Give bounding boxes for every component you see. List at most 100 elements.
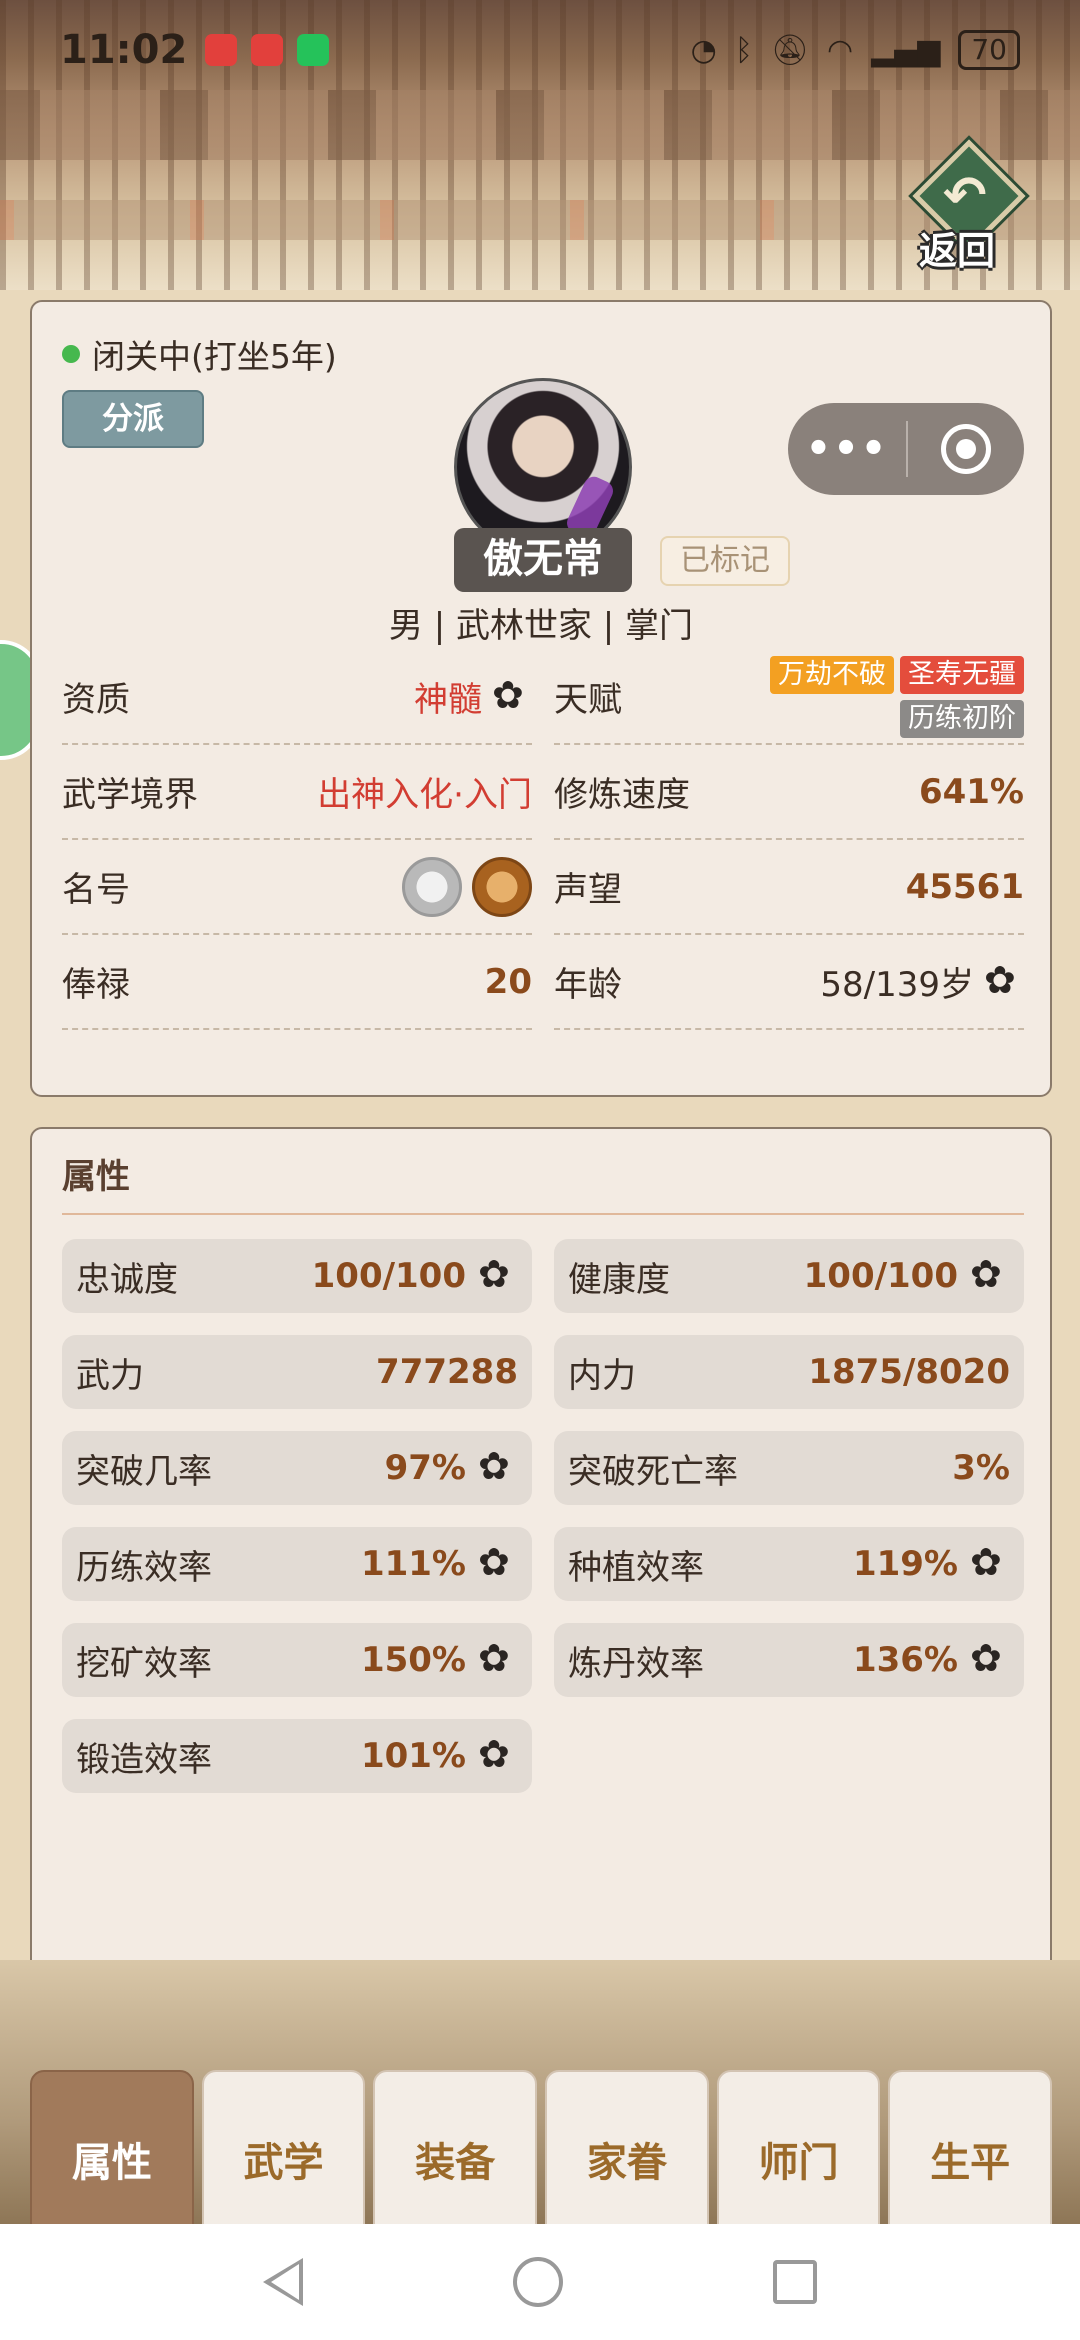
nav-home-icon[interactable]	[513, 2257, 563, 2307]
status-bar: 11:02 ◔ ᛒ 🔕︎ ◠ ▂▄▆ 70	[0, 0, 1080, 100]
attr-forging-efficiency: 锻造效率 101%	[62, 1719, 532, 1793]
tab-equipment[interactable]: 装备	[373, 2070, 538, 2230]
notification-icons	[205, 34, 330, 66]
character-bio: 男 | 武林世家 | 掌门	[388, 606, 694, 646]
branch-button[interactable]: 分派	[62, 390, 204, 448]
miniprogram-capsule: •••	[788, 403, 1024, 495]
flower-info-icon[interactable]	[492, 673, 532, 717]
attr-mining-efficiency: 挖矿效率 150%	[62, 1623, 532, 1697]
talent-badge[interactable]: 万劫不破	[770, 655, 894, 694]
cultivation-status: 闭关中(打坐5年)	[62, 330, 337, 378]
flower-info-icon[interactable]	[970, 1540, 1010, 1584]
attr-value: 3%	[952, 1448, 1010, 1488]
flower-info-icon[interactable]	[478, 1732, 518, 1776]
bottom-tab-bar: 属性 武学 装备 家眷 师门 生平	[30, 2070, 1053, 2230]
attr-value: 1875/8020	[808, 1352, 1010, 1392]
close-miniprogram-button[interactable]	[908, 424, 1024, 474]
salary-value: 20	[484, 961, 532, 1002]
app-notification-icon	[251, 34, 284, 66]
attr-value: 100/100	[311, 1256, 466, 1296]
talent-badge[interactable]: 历练初阶	[900, 699, 1024, 738]
attr-label: 武力	[76, 1355, 144, 1396]
salary-row: 俸禄 20	[62, 935, 532, 1030]
attr-label: 历练效率	[76, 1547, 212, 1588]
silver-medal-icon[interactable]	[402, 856, 462, 917]
gold-medal-icon[interactable]	[472, 856, 532, 917]
attr-value: 100/100	[803, 1256, 958, 1296]
aptitude-label: 资质	[62, 680, 130, 720]
flower-info-icon[interactable]	[478, 1444, 518, 1488]
attr-value: 150%	[360, 1640, 466, 1680]
aptitude-row: 资质 神髓	[62, 650, 532, 745]
battery-icon: 70	[958, 30, 1020, 70]
flower-info-icon[interactable]	[984, 958, 1024, 1002]
attr-label: 健康度	[568, 1259, 670, 1300]
attributes-card: 属性 忠诚度 100/100 健康度 100/100 武力 777288 内力 …	[30, 1127, 1052, 2039]
character-name: 傲无常	[454, 528, 632, 592]
flower-info-icon[interactable]	[478, 1540, 518, 1584]
tab-family[interactable]: 家眷	[545, 2070, 709, 2230]
flower-info-icon[interactable]	[478, 1636, 518, 1680]
heading-divider	[62, 1213, 1024, 1215]
signal-icon: ▂▄▆	[871, 32, 941, 68]
flower-info-icon[interactable]	[970, 1636, 1010, 1680]
return-arrow-icon: ↶	[943, 166, 987, 226]
flower-info-icon[interactable]	[970, 1252, 1010, 1296]
attr-health: 健康度 100/100	[554, 1239, 1024, 1313]
realm-label: 武学境界	[62, 775, 198, 815]
app-notification-icon	[297, 34, 330, 66]
marked-badge[interactable]: 已标记	[660, 536, 790, 586]
info-grid: 资质 神髓 天赋 万劫不破 圣寿无疆 历练初阶 武学境界	[62, 650, 1024, 1030]
attr-label: 锻造效率	[76, 1739, 212, 1780]
talent-label: 天赋	[554, 680, 622, 720]
attributes-grid: 忠诚度 100/100 健康度 100/100 武力 777288 内力 187…	[62, 1239, 1024, 1793]
speed-row: 修炼速度 641%	[554, 745, 1024, 840]
attr-breakthrough-death-rate: 突破死亡率 3%	[554, 1431, 1024, 1505]
speed-value: 641%	[918, 771, 1024, 812]
realm-row: 武学境界 出神入化·入门	[62, 745, 532, 840]
fame-label: 声望	[554, 870, 622, 910]
more-menu-button[interactable]: •••	[788, 426, 906, 472]
attr-value: 111%	[360, 1544, 466, 1584]
back-button[interactable]: ↶ 返回	[905, 139, 1035, 273]
attr-training-efficiency: 历练效率 111%	[62, 1527, 532, 1601]
app-notification-icon	[205, 34, 238, 66]
nav-recents-icon[interactable]	[773, 2260, 817, 2304]
talent-badge[interactable]: 圣寿无疆	[900, 655, 1024, 694]
attr-loyalty: 忠诚度 100/100	[62, 1239, 532, 1313]
wifi-icon: ◠	[826, 32, 854, 68]
attr-inner-power: 内力 1875/8020	[554, 1335, 1024, 1409]
attr-value: 136%	[852, 1640, 958, 1680]
age-row: 年龄 58/139岁	[554, 935, 1024, 1030]
attr-force: 武力 777288	[62, 1335, 532, 1409]
system-nav-bar	[0, 2224, 1080, 2340]
fame-value: 45561	[905, 866, 1024, 907]
attr-value: 777288	[376, 1352, 518, 1392]
tab-martial-arts[interactable]: 武学	[201, 2070, 366, 2230]
target-icon	[941, 424, 991, 474]
flower-info-icon[interactable]	[478, 1252, 518, 1296]
mute-icon: 🔕︎	[770, 32, 809, 68]
back-button-label: 返回	[919, 229, 996, 273]
talent-row: 天赋 万劫不破 圣寿无疆 历练初阶	[554, 650, 1024, 745]
age-label: 年龄	[554, 965, 622, 1005]
age-value: 58/139岁	[820, 965, 974, 1005]
attr-label: 突破死亡率	[568, 1451, 738, 1492]
attr-value: 119%	[852, 1544, 958, 1584]
attr-alchemy-efficiency: 炼丹效率 136%	[554, 1623, 1024, 1697]
nav-back-icon[interactable]	[263, 2258, 303, 2306]
tab-sect[interactable]: 师门	[716, 2070, 881, 2230]
speed-label: 修炼速度	[554, 775, 690, 815]
fame-row: 声望 45561	[554, 840, 1024, 935]
status-dot-icon	[62, 345, 80, 363]
attr-label: 挖矿效率	[76, 1643, 212, 1684]
tab-biography[interactable]: 生平	[888, 2070, 1053, 2230]
bluetooth-icon: ᛒ	[734, 32, 753, 68]
attr-label: 突破几率	[76, 1451, 212, 1492]
tab-attributes[interactable]: 属性	[30, 2070, 194, 2230]
status-time: 11:02	[60, 27, 188, 73]
status-right-icons: ◔ ᛒ 🔕︎ ◠ ▂▄▆ 70	[691, 30, 1020, 70]
realm-value: 出神入化·入门	[317, 775, 532, 815]
title-row: 名号	[62, 840, 532, 935]
title-label: 名号	[62, 870, 130, 910]
